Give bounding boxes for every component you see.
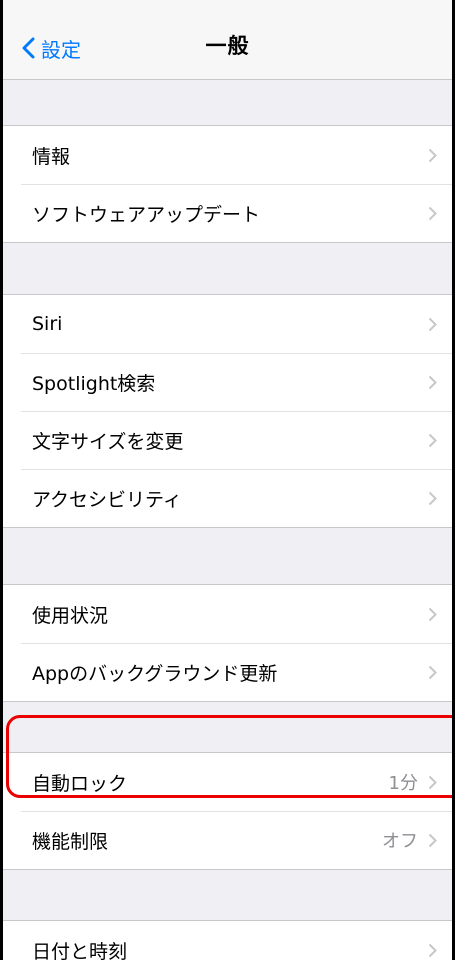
row-label: 文字サイズを変更 [32,430,184,453]
row-text-size[interactable]: 文字サイズを変更 [3,411,452,469]
row-label: 機能制限 [32,830,109,853]
group-about: 情報 ソフトウェアアップデート [3,125,452,243]
chevron-right-icon [428,665,437,679]
chevron-right-icon [428,833,437,847]
group-usage: 使用状況 Appのバックグラウンド更新 [3,584,452,702]
chevron-right-icon [428,433,437,447]
row-date-time[interactable]: 日付と時刻 [3,921,452,960]
row-value: 1分 [388,773,418,794]
row-info[interactable]: 情報 [3,126,452,184]
group-date: 日付と時刻 [3,920,452,960]
row-label: Siri [32,313,63,335]
row-value: オフ [382,831,418,852]
chevron-right-icon [428,375,437,389]
row-label: Appのバックグラウンド更新 [32,662,278,685]
settings-screen: 設定 一般 情報 ソフトウェアアップデート Siri Spotlight検索 文… [3,0,452,960]
row-label: アクセシビリティ [32,488,182,511]
chevron-right-icon [428,607,437,621]
row-spotlight[interactable]: Spotlight検索 [3,353,452,411]
group-siri: Siri Spotlight検索 文字サイズを変更 アクセシビリティ [3,294,452,528]
row-label: 日付と時刻 [32,940,128,960]
row-background-refresh[interactable]: Appのバックグラウンド更新 [3,643,452,701]
navigation-bar: 設定 一般 [3,0,452,80]
row-accessibility[interactable]: アクセシビリティ [3,469,452,527]
row-restrictions[interactable]: 機能制限 オフ [3,811,452,869]
chevron-right-icon [428,148,437,162]
row-label: 使用状況 [32,604,109,627]
row-auto-lock[interactable]: 自動ロック 1分 [3,753,452,811]
chevron-right-icon [428,943,437,957]
row-siri[interactable]: Siri [3,295,452,353]
chevron-right-icon [428,775,437,789]
page-title: 一般 [205,34,250,58]
row-label: 自動ロック [32,772,128,795]
row-label: ソフトウェアアップデート [32,203,261,226]
row-label: Spotlight検索 [32,372,156,395]
row-usage[interactable]: 使用状況 [3,585,452,643]
chevron-right-icon [428,317,437,331]
row-software-update[interactable]: ソフトウェアアップデート [3,184,452,242]
row-label: 情報 [32,145,71,168]
chevron-right-icon [428,206,437,220]
chevron-right-icon [428,491,437,505]
group-lock: 自動ロック 1分 機能制限 オフ [3,752,452,870]
